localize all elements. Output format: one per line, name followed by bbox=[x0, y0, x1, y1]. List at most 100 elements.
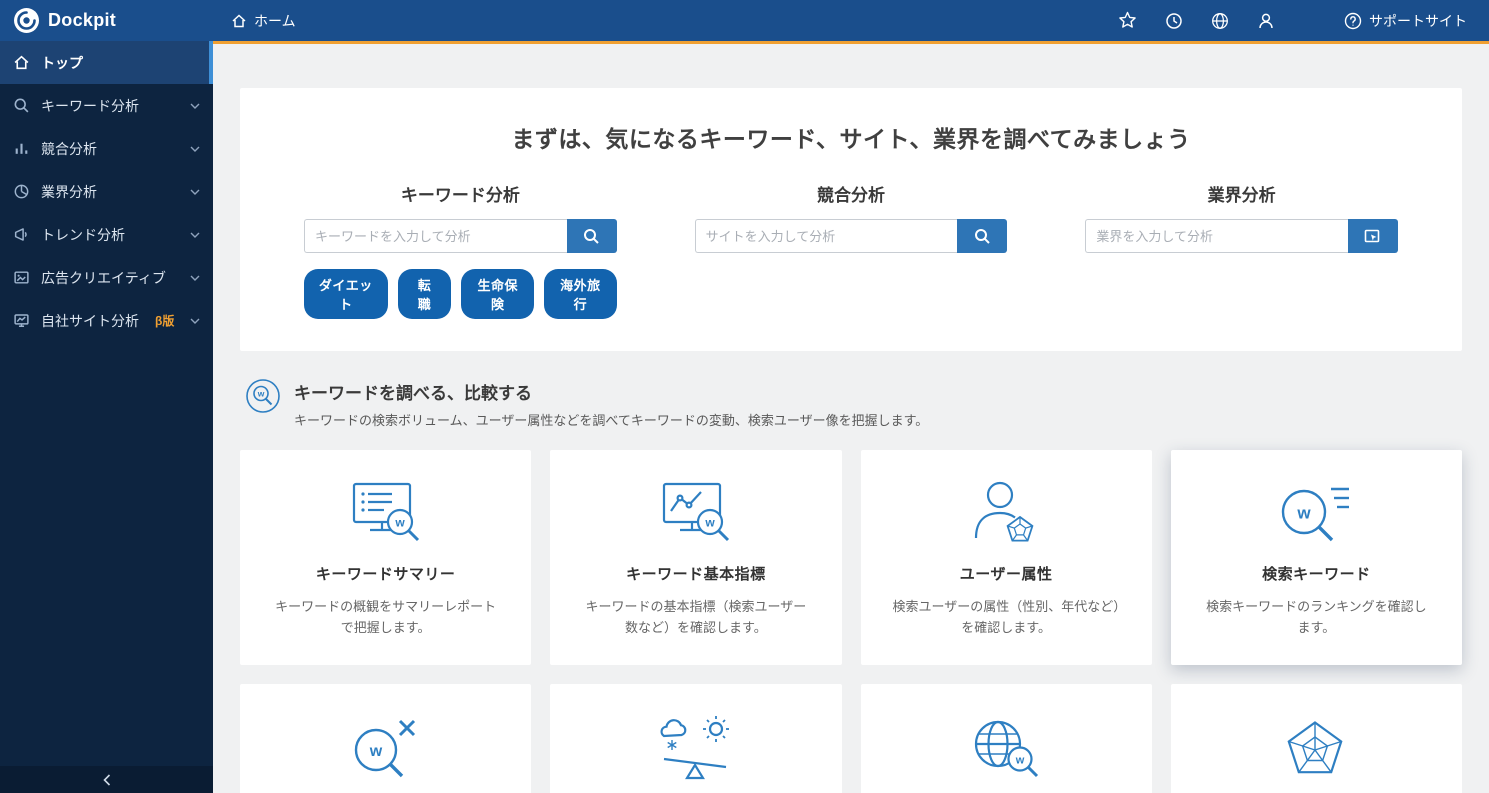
sidebar-item-label: 広告クリエイティブ bbox=[41, 269, 166, 286]
section-subtitle: キーワードの検索ボリューム、ユーザー属性などを調べてキーワードの変動、検索ユーザ… bbox=[294, 413, 929, 428]
feature-card-keyword-summary[interactable]: w キーワードサマリー キーワードの概観をサマリーレポートで把握します。 bbox=[240, 450, 532, 665]
feature-card-word-network[interactable]: w ワードネットワーク 掛け合わせワードをネットワーク bbox=[860, 683, 1152, 793]
feature-card-keyword-basic-metrics[interactable]: w キーワード基本指標 キーワードの基本指標（検索ユーザー数など）を確認します。 bbox=[550, 450, 842, 665]
card-description: 検索キーワードのランキングを確認します。 bbox=[1206, 599, 1427, 636]
svg-text:w: w bbox=[704, 516, 715, 530]
card-description: キーワードの基本指標（検索ユーザー数など）を確認します。 bbox=[585, 599, 807, 636]
chevron-down-icon bbox=[190, 318, 200, 324]
combined-words-icon: w bbox=[266, 712, 505, 784]
industry-search-input[interactable] bbox=[1085, 219, 1348, 253]
feature-card-combined-words[interactable]: w 掛け合わせワード 掛け合わせワードのランキングを bbox=[240, 683, 532, 793]
feature-card-user-attributes[interactable]: ユーザー属性 検索ユーザーの属性（性別、年代など）を確認します。 bbox=[860, 450, 1152, 665]
brand-title: Dockpit bbox=[48, 10, 117, 30]
search-icon bbox=[974, 228, 991, 245]
chevron-down-icon bbox=[190, 103, 200, 109]
feature-card-attribute-map[interactable]: 属性別マップ ユーザー属性を軸にワードをマッ bbox=[1170, 683, 1462, 793]
account-person-icon[interactable] bbox=[1256, 11, 1275, 30]
keyword-search-circle-icon: w bbox=[245, 378, 281, 414]
sidebar-item-label: 自社サイト分析 bbox=[41, 312, 139, 329]
site-search-input[interactable] bbox=[694, 219, 958, 253]
sidebar-item-label: 競合分析 bbox=[41, 140, 97, 157]
nav-home[interactable]: ホーム bbox=[231, 11, 296, 31]
feature-card-search-keywords[interactable]: w 検索キーワード 検索キーワードのランキングを確認します。 bbox=[1170, 450, 1462, 665]
suggested-keyword-tag[interactable]: 転 職 bbox=[397, 269, 452, 319]
keyword-analysis-icon bbox=[13, 97, 30, 114]
help-question-icon bbox=[1344, 12, 1362, 30]
sidebar-item-trend-analysis[interactable]: トレンド分析 bbox=[0, 213, 213, 256]
card-title: キーワードサマリー bbox=[315, 566, 456, 583]
chevron-down-icon bbox=[190, 146, 200, 152]
suggested-keyword-tags: ダイエット 転 職 生命保険 海外旅行 bbox=[304, 269, 617, 319]
card-description: キーワードの概観をサマリーレポートで把握します。 bbox=[275, 599, 497, 636]
column-heading: 競合分析 bbox=[816, 186, 885, 205]
svg-text:w: w bbox=[1015, 754, 1025, 766]
sidebar-item-competitor-analysis[interactable]: 競合分析 bbox=[0, 127, 213, 170]
sidebar-item-own-site-analysis[interactable]: 自社サイト分析 β版 bbox=[0, 299, 213, 342]
favorites-star-icon[interactable] bbox=[1118, 11, 1137, 30]
column-heading: キーワード分析 bbox=[400, 186, 520, 205]
home-icon bbox=[231, 13, 247, 29]
card-title: ユーザー属性 bbox=[959, 566, 1053, 583]
history-clock-icon[interactable] bbox=[1164, 11, 1183, 30]
content-scroll-area[interactable]: まずは、気になるキーワード、サイト、業界を調べてみましょう キーワード分析 キー… bbox=[213, 44, 1489, 793]
sidebar-item-label: キーワード分析 bbox=[41, 97, 139, 114]
brand[interactable]: Dockpit bbox=[0, 7, 213, 34]
feature-card-seasonal-comparison[interactable]: 季節比較 期間によるユーザーの検索行動の bbox=[550, 683, 842, 793]
language-globe-icon[interactable] bbox=[1210, 11, 1229, 30]
sidebar-collapse-button[interactable] bbox=[0, 766, 213, 793]
keyword-search-button[interactable] bbox=[566, 219, 617, 253]
chevron-down-icon bbox=[190, 232, 200, 238]
search-icon bbox=[583, 228, 600, 245]
keyword-basic-metrics-icon: w bbox=[576, 478, 815, 550]
feature-card-grid: w キーワードサマリー キーワードの概観をサマリーレポートで把握します。 w キ… bbox=[240, 450, 1462, 793]
suggested-keyword-tag[interactable]: ダイエット bbox=[304, 269, 388, 319]
svg-text:w: w bbox=[368, 743, 382, 760]
card-description: 検索ユーザーの属性（性別、年代など）を確認します。 bbox=[892, 599, 1120, 636]
support-site-link[interactable]: サポートサイト bbox=[1344, 11, 1467, 31]
hero-title: まずは、気になるキーワード、サイト、業界を調べてみましょう bbox=[511, 126, 1191, 152]
trend-analysis-icon bbox=[13, 226, 30, 243]
ad-creative-icon bbox=[13, 269, 30, 286]
sidebar-item-label: 業界分析 bbox=[41, 183, 97, 200]
chevron-down-icon bbox=[190, 189, 200, 195]
nav-home-label: ホーム bbox=[254, 12, 296, 29]
attribute-map-icon bbox=[1197, 712, 1436, 784]
keyword-search-input[interactable] bbox=[304, 219, 567, 253]
beta-badge: β版 bbox=[155, 314, 175, 328]
top-bar: Dockpit ホーム サポートサイト bbox=[0, 0, 1489, 41]
card-title: 検索キーワード bbox=[1262, 566, 1371, 583]
suggested-keyword-tag[interactable]: 生命保険 bbox=[461, 269, 535, 319]
app-window: Dockpit ホーム サポートサイト トップ キーワード分析 競合分析 業界分… bbox=[0, 0, 1489, 793]
sidebar-item-label: トップ bbox=[41, 54, 83, 71]
sidebar-item-industry-analysis[interactable]: 業界分析 bbox=[0, 170, 213, 213]
svg-text:w: w bbox=[1297, 504, 1312, 523]
site-search-button[interactable] bbox=[957, 219, 1008, 253]
dockpit-logo-icon bbox=[13, 7, 40, 34]
section-text: キーワードを調べる、比較する キーワードの検索ボリューム、ユーザー属性などを調べ… bbox=[294, 378, 928, 429]
keyword-summary-icon: w bbox=[266, 478, 505, 550]
section-title: キーワードを調べる、比較する bbox=[294, 384, 532, 403]
chevron-down-icon bbox=[190, 275, 200, 281]
competitor-analysis-icon bbox=[13, 140, 30, 157]
site-select-icon bbox=[1364, 228, 1382, 245]
user-attributes-icon bbox=[887, 478, 1126, 550]
sidebar-item-top[interactable]: トップ bbox=[0, 41, 213, 84]
hero-search-panel: まずは、気になるキーワード、サイト、業界を調べてみましょう キーワード分析 キー… bbox=[240, 88, 1462, 351]
suggested-keyword-tag[interactable]: 海外旅行 bbox=[544, 269, 617, 319]
svg-text:w: w bbox=[394, 516, 405, 530]
support-site-label: サポートサイト bbox=[1369, 12, 1467, 29]
top-bar-actions: サポートサイト bbox=[1118, 11, 1489, 31]
search-keywords-icon: w bbox=[1197, 478, 1436, 550]
sidebar-item-ad-creative[interactable]: 広告クリエイティブ bbox=[0, 256, 213, 299]
keyword-analysis-column: キーワード分析 キーワードを入力して分析 ダイエット 転 職 生命保険 海外旅行 bbox=[304, 181, 617, 319]
competitor-analysis-column: 競合分析 bbox=[694, 181, 1008, 319]
industry-search-button[interactable] bbox=[1347, 219, 1398, 253]
sidebar-item-keyword-analysis[interactable]: キーワード分析 bbox=[0, 84, 213, 127]
industry-analysis-icon bbox=[13, 183, 30, 200]
chevron-left-icon bbox=[102, 773, 111, 786]
hero-columns: キーワード分析 キーワードを入力して分析 ダイエット 転 職 生命保険 海外旅行… bbox=[304, 181, 1398, 319]
seasonal-comparison-icon bbox=[576, 712, 815, 784]
main-area: まずは、気になるキーワード、サイト、業界を調べてみましょう キーワード分析 キー… bbox=[213, 41, 1489, 793]
home-icon bbox=[13, 54, 30, 71]
industry-analysis-column: 業界分析 bbox=[1085, 181, 1398, 319]
